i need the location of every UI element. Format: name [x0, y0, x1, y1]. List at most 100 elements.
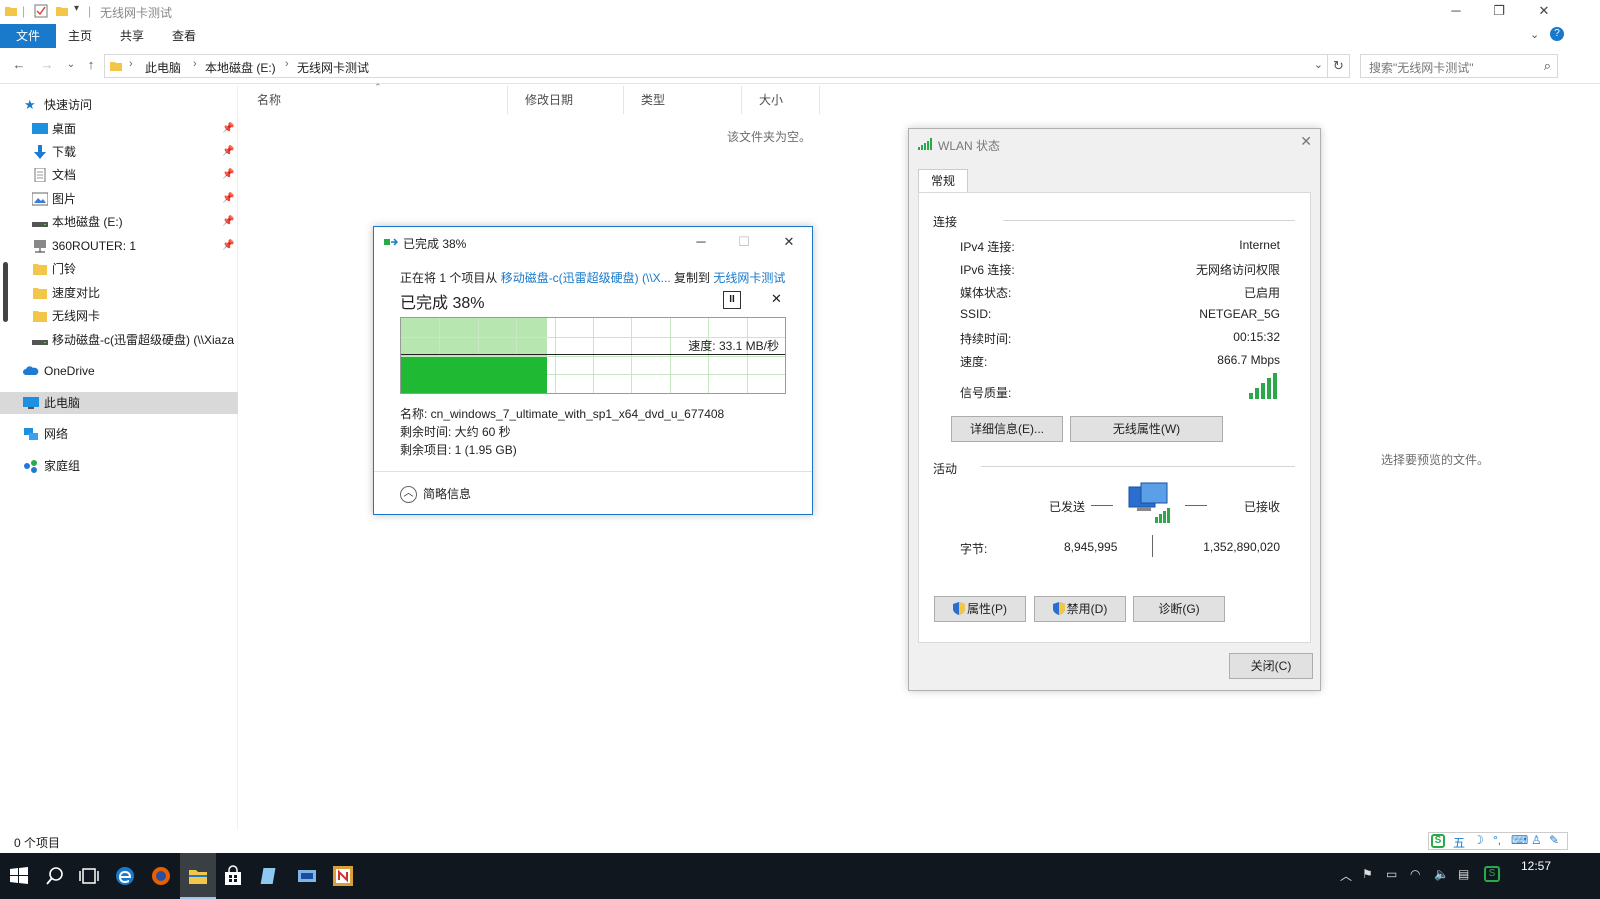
close-button[interactable]: ✕ — [1521, 0, 1567, 24]
tab-file[interactable]: 文件 — [0, 24, 56, 48]
column-header-type[interactable]: 类型 — [624, 86, 742, 114]
nav-label: 下载 — [52, 145, 77, 159]
nav-item-360router[interactable]: 360ROUTER: 1 📌 — [0, 235, 238, 257]
refresh-button[interactable]: ↻ — [1328, 54, 1350, 78]
minimize-button[interactable]: ─ — [686, 231, 716, 253]
tab-general[interactable]: 常规 — [918, 169, 968, 193]
tray-app-icon[interactable]: ⚑ — [1362, 867, 1373, 881]
restore-button[interactable]: ❐ — [1476, 0, 1522, 24]
nav-label: 移动磁盘-c(迅雷超级硬盘) (\\Xiaza — [52, 333, 235, 347]
sogou-tray-icon[interactable]: S — [1484, 866, 1500, 882]
tab-home[interactable]: 主页 — [56, 24, 104, 48]
column-header-modified[interactable]: 修改日期 — [508, 86, 624, 114]
store-icon[interactable] — [222, 865, 244, 887]
search-icon[interactable] — [44, 865, 66, 887]
pin-icon[interactable]: 📌 — [222, 118, 234, 140]
nav-onedrive[interactable]: OneDrive — [0, 360, 238, 382]
column-header-name[interactable]: 名称 — [240, 86, 508, 114]
user-icon[interactable]: ♙ — [1531, 833, 1542, 847]
nav-this-pc[interactable]: 此电脑 — [0, 392, 238, 414]
nav-quick-access[interactable]: ★ 快速访问 — [0, 94, 238, 116]
nav-item-pictures[interactable]: 图片 📌 — [0, 188, 238, 210]
battery-icon[interactable]: ▭ — [1386, 867, 1397, 881]
forward-button[interactable]: → — [38, 56, 56, 74]
notepad-icon[interactable] — [259, 865, 281, 887]
side-handle[interactable] — [3, 262, 8, 322]
task-view-icon[interactable] — [78, 865, 100, 887]
edge-icon[interactable] — [114, 865, 136, 887]
tab-share[interactable]: 共享 — [108, 24, 156, 48]
nav-item-drive-e[interactable]: 本地磁盘 (E:) 📌 — [0, 211, 238, 233]
chevron-right-icon[interactable]: › — [285, 58, 289, 70]
fewer-details-toggle[interactable]: ︿ 简略信息 — [400, 485, 471, 504]
network-icon — [24, 428, 38, 440]
nav-label: 本地磁盘 (E:) — [52, 215, 123, 229]
row-value: 866.7 Mbps — [1217, 353, 1280, 367]
customize-qa-icon[interactable]: ▾ — [74, 3, 79, 14]
nav-homegroup[interactable]: 家庭组 — [0, 455, 238, 477]
chevron-right-icon[interactable]: › — [129, 58, 133, 70]
ime-mode[interactable]: 五 — [1453, 834, 1465, 851]
wireless-properties-button[interactable]: 无线属性(W) — [1070, 416, 1223, 442]
nav-item-doorbell[interactable]: 门铃 — [0, 258, 238, 280]
pin-icon[interactable]: 📌 — [222, 141, 234, 163]
nav-label: 桌面 — [52, 122, 77, 136]
new-folder-icon[interactable] — [55, 4, 69, 18]
properties-button[interactable]: 属性(P) — [934, 596, 1026, 622]
breadcrumb-drive[interactable]: 本地磁盘 (E:) — [205, 59, 276, 76]
file-explorer-icon[interactable] — [187, 865, 209, 887]
diagnose-button[interactable]: 诊断(G) — [1133, 596, 1225, 622]
address-dropdown-icon[interactable]: ⌄ — [1314, 58, 1323, 71]
recent-locations-icon[interactable]: ⌄ — [62, 56, 80, 74]
details-button[interactable]: 详细信息(E)... — [951, 416, 1063, 442]
help-icon[interactable]: ? — [1550, 27, 1564, 41]
app-icon[interactable] — [332, 865, 354, 887]
cancel-copy-button[interactable]: ✕ — [771, 291, 782, 307]
tools-icon[interactable]: ✎ — [1549, 833, 1559, 847]
properties-icon[interactable] — [34, 4, 48, 18]
address-bar[interactable]: › 此电脑 › 本地磁盘 (E:) › 无线网卡测试 ⌄ — [104, 54, 1328, 78]
nav-item-mobile-disk[interactable]: 移动磁盘-c(迅雷超级硬盘) (\\Xiaza — [0, 329, 238, 351]
start-icon[interactable] — [8, 865, 30, 887]
pin-icon[interactable]: 📌 — [222, 211, 234, 233]
moon-icon[interactable]: ☽ — [1473, 833, 1484, 847]
breadcrumb-folder[interactable]: 无线网卡测试 — [297, 59, 369, 76]
action-center-icon[interactable]: ▤ — [1458, 867, 1469, 881]
sogou-icon[interactable]: S — [1431, 834, 1445, 848]
tab-view[interactable]: 查看 — [160, 24, 208, 48]
nav-item-downloads[interactable]: 下载 📌 — [0, 141, 238, 163]
nav-label: 图片 — [52, 192, 77, 206]
up-button[interactable]: ↑ — [82, 56, 100, 74]
show-hidden-icons[interactable]: ︿ — [1340, 867, 1352, 884]
breadcrumb-this-pc[interactable]: 此电脑 — [145, 59, 181, 76]
nav-item-wireless-card[interactable]: 无线网卡 — [0, 305, 238, 327]
close-dialog-button[interactable]: 关闭(C) — [1229, 653, 1313, 679]
source-link[interactable]: 移动磁盘-c(迅雷超级硬盘) (\\X... — [501, 271, 671, 285]
chevron-right-icon[interactable]: › — [193, 58, 197, 70]
firefox-icon[interactable] — [150, 865, 172, 887]
pin-icon[interactable]: 📌 — [222, 188, 234, 210]
close-button[interactable]: ✕ — [774, 231, 804, 253]
pause-button[interactable]: II — [723, 291, 741, 309]
column-header-size[interactable]: 大小 — [742, 86, 820, 114]
network-tool-icon[interactable] — [296, 865, 318, 887]
keyboard-icon[interactable]: ⌨ — [1511, 833, 1528, 847]
disable-button[interactable]: 禁用(D) — [1034, 596, 1126, 622]
nav-network[interactable]: 网络 — [0, 423, 238, 445]
nav-item-desktop[interactable]: 桌面 📌 — [0, 118, 238, 140]
volume-icon[interactable]: 🔈 — [1434, 867, 1449, 881]
search-input[interactable]: 搜索"无线网卡测试" ⌕ — [1360, 54, 1558, 78]
pin-icon[interactable]: 📌 — [222, 164, 234, 186]
punctuation-icon[interactable]: °, — [1493, 833, 1501, 847]
nav-item-documents[interactable]: 文档 📌 — [0, 164, 238, 186]
nav-item-speed-compare[interactable]: 速度对比 — [0, 282, 238, 304]
dest-link[interactable]: 无线网卡测试 — [713, 271, 785, 285]
back-button[interactable]: ← — [10, 56, 28, 74]
minimize-button[interactable]: ─ — [1433, 0, 1479, 24]
folder-icon — [33, 264, 47, 275]
clock[interactable]: 12:57 — [1521, 859, 1551, 873]
wifi-icon[interactable]: ◠ — [1410, 867, 1420, 881]
pin-icon[interactable]: 📌 — [222, 235, 234, 257]
ribbon-expand-icon[interactable]: ⌄ — [1530, 28, 1539, 41]
close-button[interactable]: ✕ — [1300, 133, 1312, 150]
